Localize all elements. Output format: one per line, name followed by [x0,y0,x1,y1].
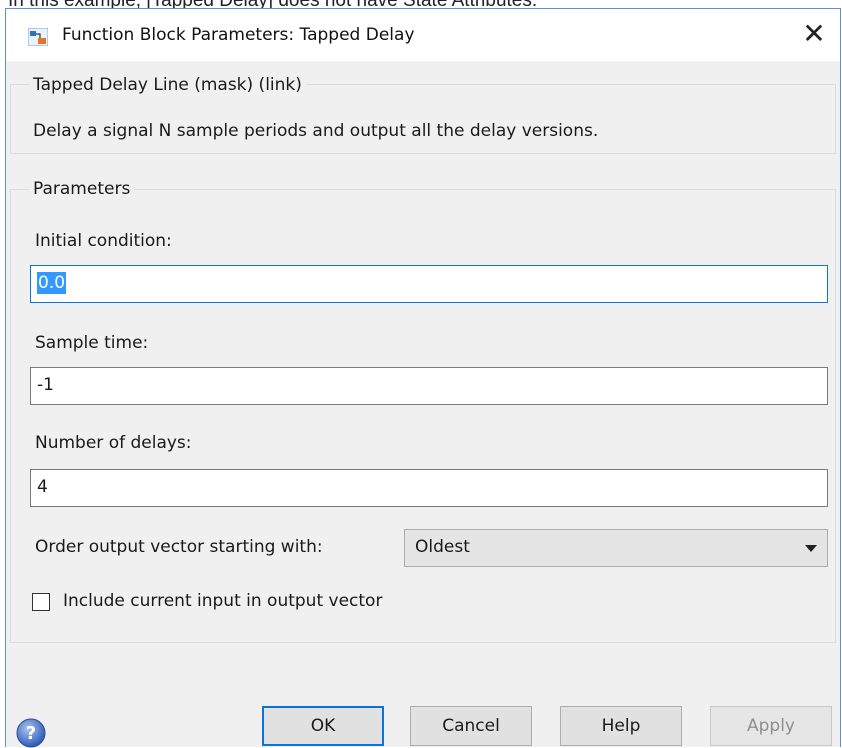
sample-time-label: Sample time: [35,333,149,353]
number-of-delays-label: Number of delays: [35,433,192,453]
sample-time-input[interactable]: -1 [30,367,828,405]
include-current-label[interactable]: Include current input in output vector [63,591,382,611]
ok-button[interactable]: OK [262,706,384,746]
function-block-parameters-dialog: Function Block Parameters: Tapped Delay … [5,8,841,748]
help-button[interactable]: Help [560,706,682,746]
initial-condition-value: 0.0 [37,272,67,294]
chevron-down-icon [805,545,817,552]
description-group-title: Tapped Delay Line (mask) (link) [29,75,306,95]
order-output-selected: Oldest [415,537,470,557]
initial-condition-input[interactable]: 0.0 [30,265,828,303]
cancel-button[interactable]: Cancel [410,706,532,746]
close-icon[interactable]: ✕ [792,15,836,55]
apply-button[interactable]: Apply [710,706,832,746]
parameters-group-title: Parameters [29,179,135,199]
include-current-checkbox[interactable] [32,593,50,611]
block-description: Delay a signal N sample periods and outp… [33,121,599,141]
number-of-delays-input[interactable]: 4 [30,469,828,507]
window-title: Function Block Parameters: Tapped Delay [62,25,415,45]
simulink-icon [28,28,48,46]
parameters-group [10,189,836,643]
order-output-dropdown[interactable]: Oldest [404,529,828,567]
order-output-label: Order output vector starting with: [35,537,323,557]
help-question-icon[interactable]: ? [16,718,46,748]
title-bar[interactable]: Function Block Parameters: Tapped Delay … [6,9,840,61]
initial-condition-label: Initial condition: [35,231,172,251]
svg-text:?: ? [26,723,36,744]
